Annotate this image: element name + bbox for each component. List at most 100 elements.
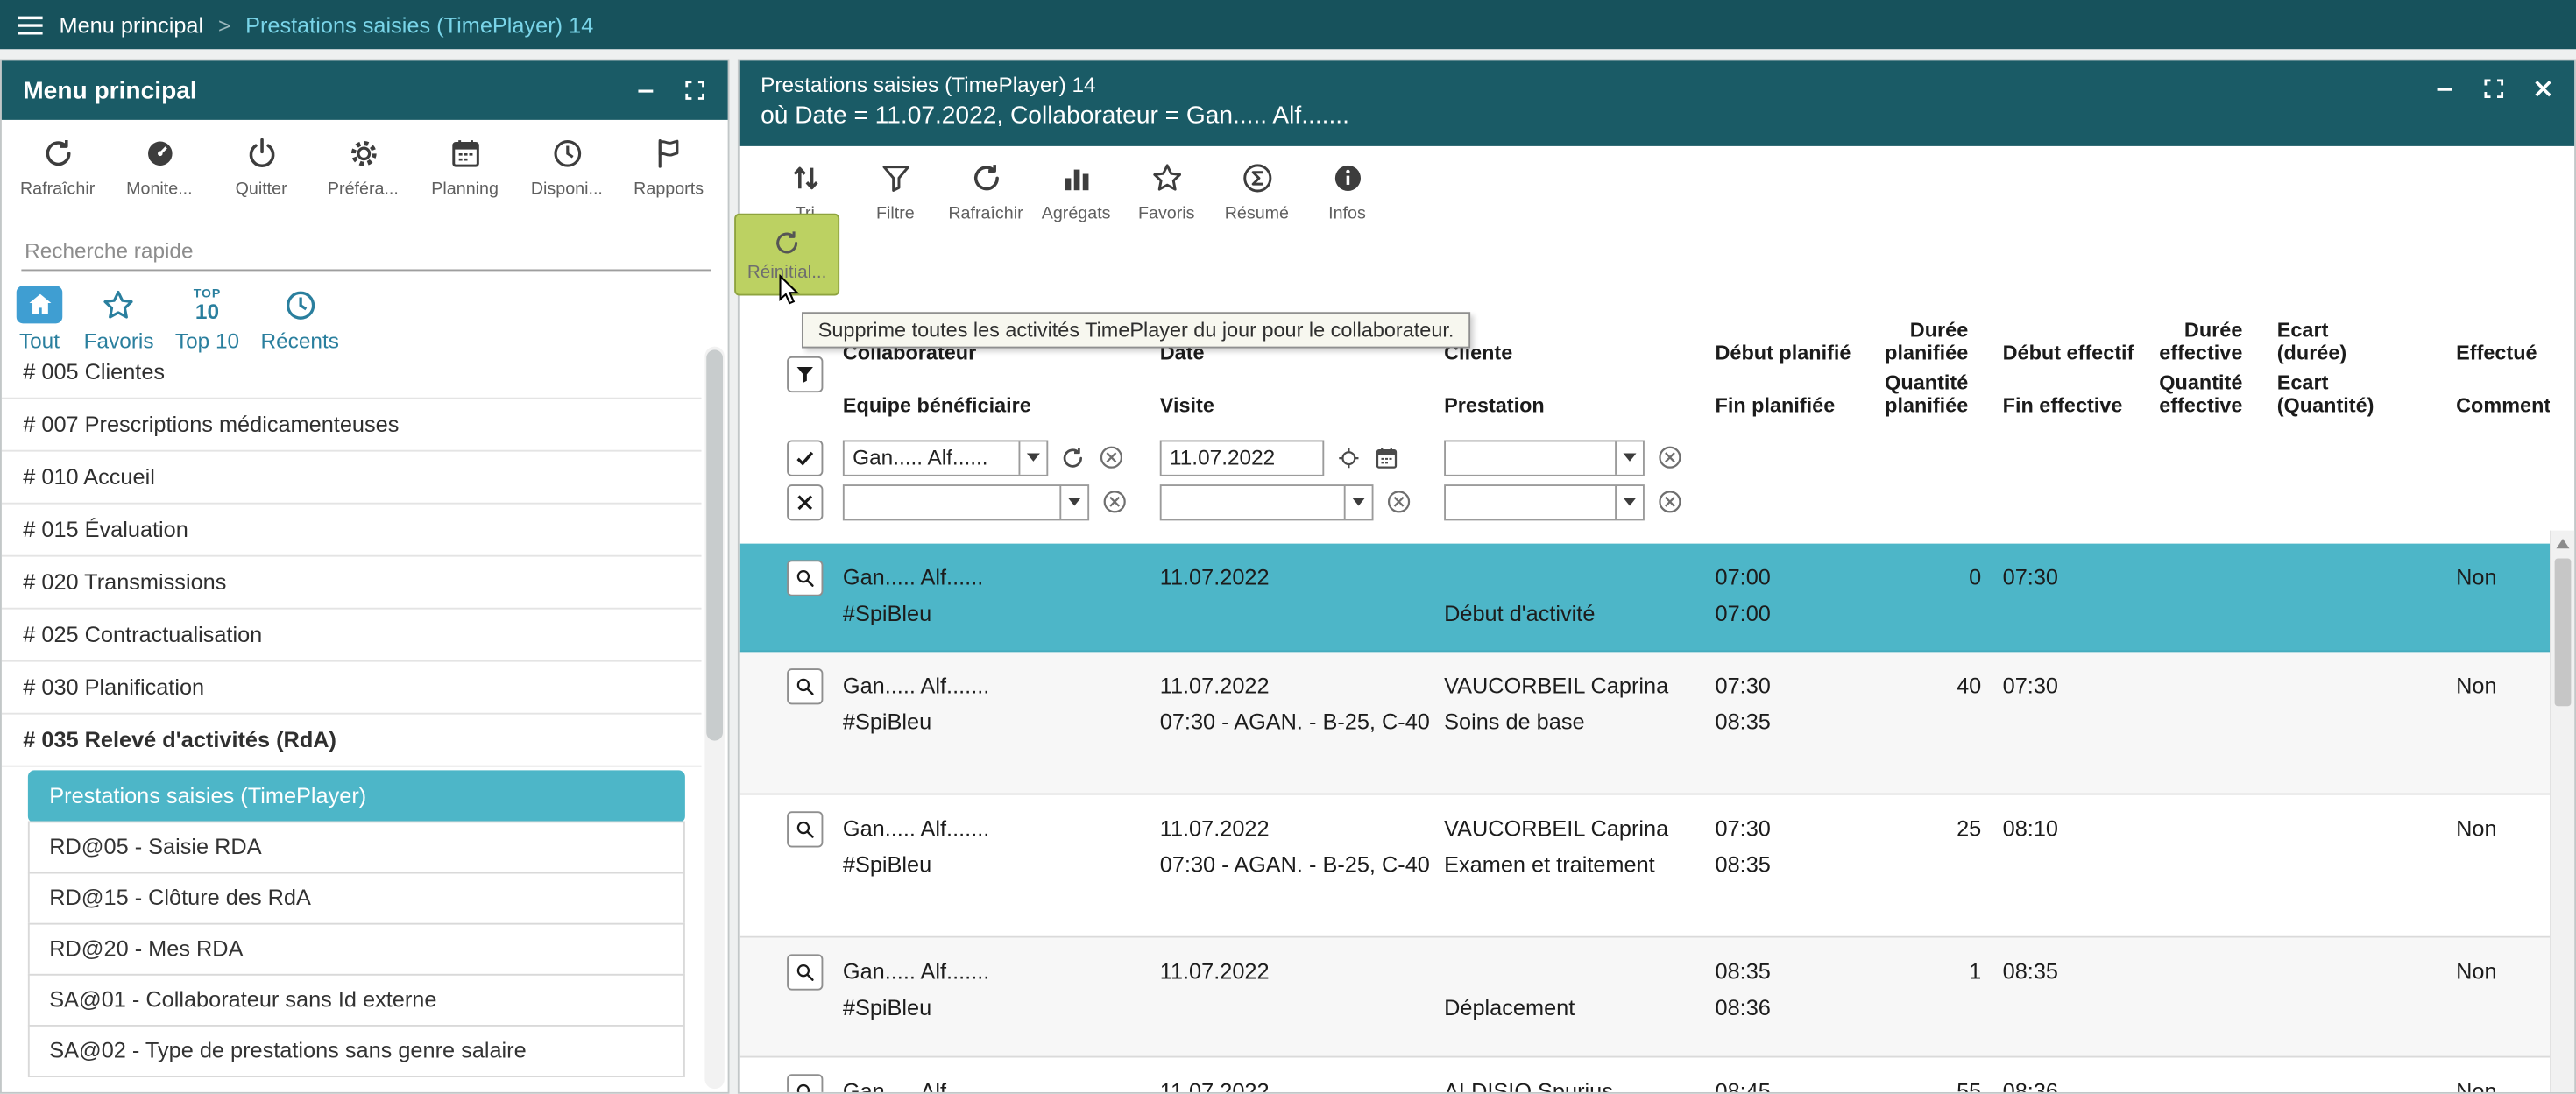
submenu-item-sa01[interactable]: SA@01 - Collaborateur sans Id externe (28, 974, 685, 1027)
aggregates-toolbar-button[interactable]: Agrégats (1033, 154, 1119, 235)
clear-filter-icon[interactable] (1385, 488, 1413, 516)
table-row[interactable]: Gan..... Alf......#SpiBleu 11.07.2022 Dé… (740, 544, 2550, 653)
menu-item-contractualisation[interactable]: # 025 Contractualisation (2, 610, 702, 662)
refresh-toolbar-button[interactable]: Rafraîchir (8, 130, 107, 215)
preferences-toolbar-button[interactable]: Préféra... (314, 130, 413, 215)
magnifier-icon (794, 675, 817, 698)
header-ecart[interactable]: Ecart (durée)Ecart (Quantité) (2277, 317, 2396, 435)
refresh-toolbar-button[interactable]: Rafraîchir (943, 154, 1029, 235)
filter-row-exclude (740, 480, 2550, 525)
row-detail-button[interactable] (787, 668, 823, 704)
menu-item-planification[interactable]: # 030 Planification (2, 662, 702, 715)
collaborateur-exclude-combo[interactable] (843, 483, 1089, 519)
maximize-button[interactable] (2482, 77, 2505, 100)
menu-scrollbar-thumb[interactable] (706, 349, 723, 740)
clear-filter-icon[interactable] (1098, 443, 1126, 471)
submenu-item-sa02[interactable]: SA@02 - Type de prestations sans genre s… (28, 1025, 685, 1077)
main-menu-toolbar: Rafraîchir Monite... Quitter Préféra... … (2, 120, 728, 215)
clear-filter-icon[interactable] (1100, 488, 1129, 516)
header-effectue[interactable]: EffectuéCommentaire (2452, 317, 2550, 435)
favorites-toolbar-button[interactable]: Favoris (1124, 154, 1210, 235)
tooltip: Supprime toutes les activités TimePlayer… (802, 312, 1470, 348)
prestations-titlebar: Prestations saisies (TimePlayer) 14 où D… (740, 60, 2574, 146)
refresh-icon (968, 161, 1002, 195)
header-debut-planifie[interactable]: Début planifiéFin planifiée (1716, 317, 1870, 435)
menu-item-releve-activites[interactable]: # 035 Relevé d'activités (RdA) (2, 715, 702, 767)
header-cliente[interactable]: ClientePrestation (1444, 317, 1715, 435)
clear-filter-icon[interactable] (1656, 443, 1684, 471)
minimize-button[interactable] (2433, 77, 2456, 100)
filter-exclude-button[interactable] (787, 483, 823, 519)
collaborateur-filter-combo[interactable]: Gan..... Alf...... (843, 440, 1048, 476)
grid-scrollbar-thumb[interactable] (2555, 559, 2572, 707)
check-icon (794, 446, 817, 469)
row-detail-button[interactable] (787, 1074, 823, 1092)
prestations-window: Prestations saisies (TimePlayer) 14 où D… (738, 60, 2576, 1094)
date-filter-field[interactable]: 11.07.2022 (1160, 440, 1325, 476)
header-debut-effectif[interactable]: Début effectifFin effective (2003, 317, 2157, 435)
submenu-list: Prestations saisies (TimePlayer) RD@05 -… (28, 770, 685, 1077)
hamburger-menu-icon[interactable] (17, 14, 45, 35)
row-detail-button[interactable] (787, 811, 823, 847)
tab-top10[interactable]: TOP10 Top 10 (175, 286, 239, 353)
maximize-button[interactable] (683, 79, 706, 102)
submenu-item-rd05[interactable]: RD@05 - Saisie RDA (28, 822, 685, 874)
table-row[interactable]: Gan..... Alf.......#SpiBleu 11.07.202207… (740, 652, 2550, 794)
cliente-filter-combo[interactable] (1444, 440, 1645, 476)
application-window: Menu principal > Prestations saisies (Ti… (0, 0, 2576, 1094)
calendar-picker-icon[interactable] (1374, 444, 1400, 470)
submenu-item-prestations-saisies[interactable]: Prestations saisies (TimePlayer) (28, 770, 685, 822)
chevron-down-icon (1059, 485, 1087, 519)
date-exclude-combo[interactable] (1160, 483, 1374, 519)
infos-toolbar-button[interactable]: Infos (1305, 154, 1391, 235)
scrollbar-up-button[interactable] (2551, 531, 2574, 555)
tab-tout[interactable]: Tout (17, 286, 63, 353)
minimize-button[interactable] (634, 79, 657, 102)
home-icon (24, 289, 55, 321)
filter-include-button[interactable] (787, 440, 823, 476)
header-duree-effective[interactable]: Durée effectiveQuantité effective (2157, 317, 2256, 435)
planning-toolbar-button[interactable]: Planning (415, 130, 514, 215)
row-detail-button[interactable] (787, 954, 823, 990)
refresh-filter-icon[interactable] (1059, 444, 1086, 470)
sort-icon (788, 161, 822, 195)
magnifier-icon (794, 567, 817, 589)
clear-filter-icon[interactable] (1656, 488, 1684, 516)
top10-icon: TOP10 (194, 288, 221, 321)
menu-item-clientes[interactable]: # 005 Clientes (2, 347, 702, 399)
table-row[interactable]: Gan..... Alf.......#SpiBleu 11.07.2022 A… (740, 1058, 2550, 1092)
cliente-exclude-combo[interactable] (1444, 483, 1645, 519)
tab-recents[interactable]: Récents (261, 286, 339, 353)
reports-toolbar-button[interactable]: Rapports (619, 130, 718, 215)
target-icon[interactable] (1335, 444, 1362, 470)
menu-item-prescriptions[interactable]: # 007 Prescriptions médicamenteuses (2, 399, 702, 452)
submenu-item-rd15[interactable]: RD@15 - Clôture des RdA (28, 872, 685, 925)
filter-toolbar-button[interactable]: Filtre (853, 154, 938, 235)
flag-icon (651, 137, 685, 171)
availability-toolbar-button[interactable]: Disponi... (518, 130, 617, 215)
tab-favoris[interactable]: Favoris (84, 286, 154, 353)
quit-toolbar-button[interactable]: Quitter (212, 130, 311, 215)
table-row[interactable]: Gan..... Alf.......#SpiBleu 11.07.2022 D… (740, 938, 2550, 1058)
main-menu-title: Menu principal (23, 76, 196, 104)
table-row[interactable]: Gan..... Alf.......#SpiBleu 11.07.202207… (740, 795, 2550, 938)
row-detail-button[interactable] (787, 560, 823, 596)
breadcrumb-current[interactable]: Prestations saisies (TimePlayer) 14 (245, 12, 593, 37)
menu-item-transmissions[interactable]: # 020 Transmissions (2, 557, 702, 610)
x-icon (794, 491, 817, 513)
header-duree-planifiee[interactable]: Durée planifiéeQuantité planifiée (1870, 317, 1982, 435)
close-button[interactable] (2531, 77, 2554, 100)
clock-icon (282, 286, 318, 322)
refresh-icon (772, 228, 802, 258)
menu-item-accueil[interactable]: # 010 Accueil (2, 452, 702, 505)
filter-row-include: Gan..... Alf...... 11.07.2022 (740, 435, 2550, 480)
summary-toolbar-button[interactable]: Résumé (1214, 154, 1300, 235)
column-filter-button[interactable] (787, 356, 823, 392)
submenu-item-rd20[interactable]: RD@20 - Mes RDA (28, 923, 685, 976)
menu-item-evaluation[interactable]: # 015 Évaluation (2, 505, 702, 557)
grid-scrollbar (2550, 531, 2574, 1092)
search-input[interactable] (21, 231, 711, 271)
breadcrumb-root[interactable]: Menu principal (60, 12, 204, 37)
monitor-toolbar-button[interactable]: Monite... (110, 130, 209, 215)
refresh-icon (40, 137, 74, 171)
